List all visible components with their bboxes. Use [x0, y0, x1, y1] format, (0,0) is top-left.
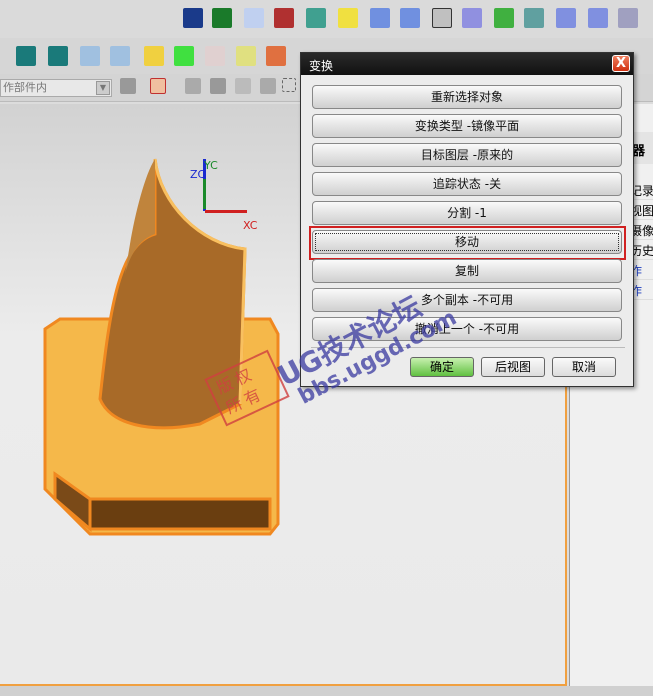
light-icon[interactable] — [236, 46, 256, 66]
boss-icon[interactable] — [338, 8, 358, 28]
axis-label-y: YC — [204, 159, 218, 172]
arrow-left-icon[interactable] — [16, 46, 36, 66]
shaded-icon[interactable] — [144, 46, 164, 66]
snap-icon[interactable] — [150, 78, 166, 94]
trace-status-button[interactable]: 追踪状态 -关 — [312, 172, 622, 196]
multiple-copies-button[interactable]: 多个副本 -不可用 — [312, 288, 622, 312]
snowflake-icon[interactable] — [432, 8, 452, 28]
filter-value: 作部件内 — [3, 81, 47, 94]
wireframe-icon[interactable] — [205, 46, 225, 66]
tools-icon[interactable] — [400, 8, 420, 28]
extrude-icon[interactable] — [183, 8, 203, 28]
body-icon[interactable] — [210, 78, 226, 94]
check-icon[interactable] — [494, 8, 514, 28]
render-icon[interactable] — [266, 46, 286, 66]
x-axis — [205, 210, 247, 213]
subdivide-button[interactable]: 分割 -1 — [312, 201, 622, 225]
move-button[interactable]: 移动 — [312, 230, 622, 254]
dialog-title: 变换 — [309, 59, 334, 73]
dialog-titlebar: 变换 — [301, 53, 633, 75]
revolve-icon[interactable] — [212, 8, 232, 28]
box-select-icon[interactable] — [282, 78, 296, 92]
axis-label-x: XC — [243, 219, 258, 232]
sheet-icon[interactable] — [244, 8, 264, 28]
move-label: 移动 — [454, 235, 479, 249]
undo-icon[interactable] — [185, 78, 201, 94]
copy-button[interactable]: 复制 — [312, 259, 622, 283]
ok-button[interactable]: 确定 — [410, 357, 474, 377]
link-icon[interactable] — [120, 78, 136, 94]
axis-label-z: ZC — [190, 168, 206, 181]
transform-type-button[interactable]: 变换类型 -镜像平面 — [312, 114, 622, 138]
target-layer-button[interactable]: 目标图层 -原来的 — [312, 143, 622, 167]
list-icon[interactable] — [588, 8, 608, 28]
base-front-face — [88, 497, 272, 531]
tree-icon[interactable] — [556, 8, 576, 28]
bottom-toolbar — [0, 686, 653, 696]
chevron-down-icon[interactable]: ▼ — [96, 81, 110, 95]
close-button[interactable]: X — [612, 55, 630, 72]
main-toolbar — [0, 0, 653, 38]
mirror-icon[interactable] — [274, 8, 294, 28]
selection-filter-select[interactable]: 作部件内 ▼ — [0, 79, 112, 97]
back-view-button[interactable]: 后视图 — [481, 357, 545, 377]
hole-icon[interactable] — [306, 8, 326, 28]
y-axis — [203, 179, 206, 209]
back-view-icon[interactable] — [80, 46, 100, 66]
stamp-icon[interactable] — [524, 8, 544, 28]
reselect-objects-button[interactable]: 重新选择对象 — [312, 85, 622, 109]
close-icon: X — [615, 56, 627, 71]
tool-icon[interactable] — [370, 8, 390, 28]
feature-icon[interactable] — [260, 78, 276, 94]
arrow-right-icon[interactable] — [48, 46, 68, 66]
name-icon[interactable] — [462, 8, 482, 28]
cube-icon[interactable] — [174, 46, 194, 66]
forward-view-icon[interactable] — [110, 46, 130, 66]
cancel-button[interactable]: 取消 — [552, 357, 616, 377]
info-icon[interactable] — [618, 8, 638, 28]
point-icon[interactable] — [235, 78, 251, 94]
